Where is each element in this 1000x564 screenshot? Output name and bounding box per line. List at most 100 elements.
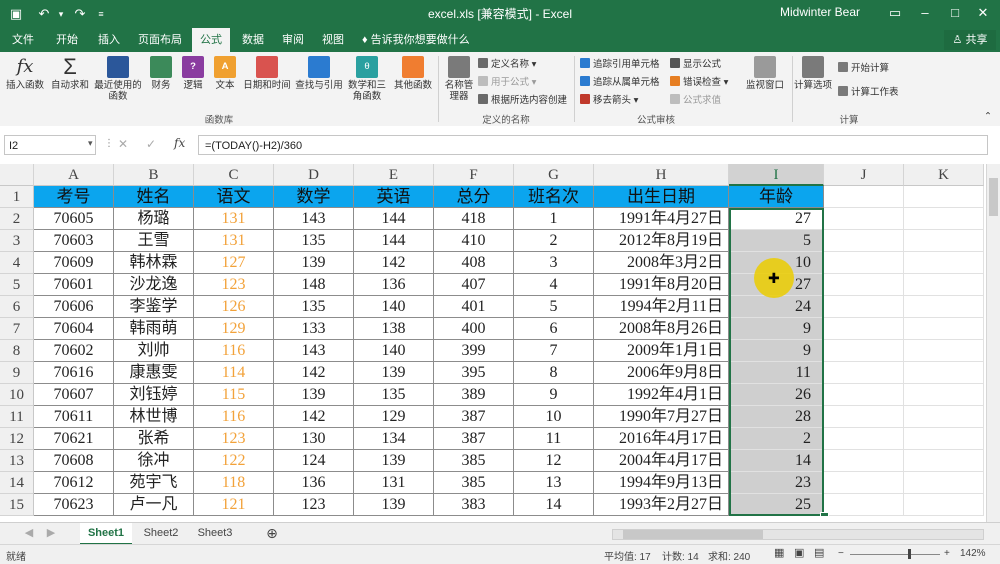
table-cell[interactable]: 70616 (34, 362, 114, 384)
table-cell[interactable]: 139 (274, 252, 354, 274)
zoom-slider[interactable] (850, 554, 940, 555)
vertical-scrollbar[interactable] (986, 164, 1000, 522)
table-cell[interactable]: 116 (194, 406, 274, 428)
header-cell[interactable]: 班名次 (514, 186, 594, 208)
lookup-button[interactable]: 查找与引用 (294, 56, 344, 91)
empty-cell[interactable] (904, 230, 984, 252)
table-cell[interactable]: 沙龙逸 (114, 274, 194, 296)
row-header[interactable]: 12 (0, 428, 34, 450)
table-cell[interactable]: 王雪 (114, 230, 194, 252)
table-cell[interactable]: 2 (514, 230, 594, 252)
logic-button[interactable]: ? 逻辑 (178, 56, 208, 91)
table-cell[interactable]: 70605 (34, 208, 114, 230)
define-name-button[interactable]: 定义名称 ▾ (478, 58, 536, 72)
column-header-j[interactable]: J (824, 164, 904, 186)
table-cell[interactable]: 123 (274, 494, 354, 516)
table-cell[interactable]: 康惠雯 (114, 362, 194, 384)
table-cell[interactable]: 1994年2月11日 (594, 296, 729, 318)
row-header[interactable]: 10 (0, 384, 34, 406)
empty-cell[interactable] (824, 186, 904, 208)
header-cell[interactable]: 语文 (194, 186, 274, 208)
close-icon[interactable]: ✕ (968, 3, 998, 23)
table-cell[interactable]: 143 (274, 340, 354, 362)
sheet-tab-1[interactable]: Sheet1 (80, 523, 132, 545)
table-cell[interactable]: 1993年2月27日 (594, 494, 729, 516)
table-cell[interactable]: 7 (514, 340, 594, 362)
empty-cell[interactable] (729, 362, 824, 384)
trace-precedents-button[interactable]: 追踪引用单元格 (580, 58, 660, 72)
empty-cell[interactable] (904, 296, 984, 318)
table-cell[interactable]: 139 (354, 450, 434, 472)
table-cell[interactable]: 林世博 (114, 406, 194, 428)
more-functions-button[interactable]: 其他函数 (390, 56, 436, 91)
table-cell[interactable]: 399 (434, 340, 514, 362)
table-cell[interactable]: 10 (514, 406, 594, 428)
table-cell[interactable]: 387 (434, 406, 514, 428)
table-cell[interactable]: 407 (434, 274, 514, 296)
empty-cell[interactable] (729, 208, 824, 230)
row-header[interactable]: 13 (0, 450, 34, 472)
table-cell[interactable]: 5 (514, 296, 594, 318)
empty-cell[interactable] (729, 230, 824, 252)
table-cell[interactable]: 1 (514, 208, 594, 230)
empty-cell[interactable] (904, 274, 984, 296)
error-checking-button[interactable]: 错误检查 ▾ (670, 76, 728, 90)
table-cell[interactable]: 刘钰婷 (114, 384, 194, 406)
scroll-thumb[interactable] (989, 178, 998, 216)
table-cell[interactable]: 1990年7月27日 (594, 406, 729, 428)
table-cell[interactable]: 70621 (34, 428, 114, 450)
table-cell[interactable]: 2008年8月26日 (594, 318, 729, 340)
empty-cell[interactable] (824, 230, 904, 252)
zoom-in-icon[interactable]: + (944, 548, 950, 559)
table-cell[interactable]: 2009年1月1日 (594, 340, 729, 362)
create-from-selection-button[interactable]: 根据所选内容创建 (478, 94, 567, 108)
h-scroll-thumb[interactable] (623, 530, 763, 539)
tab-formulas[interactable]: 公式 (192, 28, 230, 52)
table-cell[interactable]: 115 (194, 384, 274, 406)
text-button[interactable]: A 文本 (210, 56, 240, 91)
empty-cell[interactable] (904, 362, 984, 384)
table-cell[interactable]: 131 (354, 472, 434, 494)
table-cell[interactable]: 139 (274, 384, 354, 406)
table-cell[interactable]: 131 (194, 208, 274, 230)
column-header-k[interactable]: K (904, 164, 984, 186)
table-cell[interactable]: 395 (434, 362, 514, 384)
ribbon-options-icon[interactable]: ▭ (880, 3, 910, 23)
collapse-ribbon-icon[interactable]: ⌃ (984, 110, 992, 124)
row-header[interactable]: 3 (0, 230, 34, 252)
calc-sheet-button[interactable]: 计算工作表 (838, 86, 899, 100)
table-cell[interactable]: 韩雨萌 (114, 318, 194, 340)
tab-view[interactable]: 视图 (316, 28, 350, 52)
column-header-f[interactable]: F (434, 164, 514, 186)
row-header[interactable]: 2 (0, 208, 34, 230)
table-cell[interactable]: 70603 (34, 230, 114, 252)
tab-insert[interactable]: 插入 (90, 28, 128, 52)
table-cell[interactable]: 408 (434, 252, 514, 274)
finance-button[interactable]: 财务 (146, 56, 176, 91)
table-cell[interactable]: 11 (514, 428, 594, 450)
table-cell[interactable]: 126 (194, 296, 274, 318)
column-header-b[interactable]: B (114, 164, 194, 186)
empty-cell[interactable] (824, 428, 904, 450)
name-manager-button[interactable]: 名称管理器 (442, 56, 476, 102)
empty-cell[interactable] (824, 362, 904, 384)
user-name[interactable]: Midwinter Bear (780, 5, 860, 19)
table-cell[interactable]: 70612 (34, 472, 114, 494)
next-sheet-icon[interactable]: ▶ (44, 523, 58, 543)
empty-cell[interactable] (824, 252, 904, 274)
table-cell[interactable]: 3 (514, 252, 594, 274)
header-cell[interactable]: 姓名 (114, 186, 194, 208)
header-cell[interactable]: 考号 (34, 186, 114, 208)
table-cell[interactable]: 14 (514, 494, 594, 516)
table-cell[interactable]: 139 (354, 362, 434, 384)
table-cell[interactable]: 116 (194, 340, 274, 362)
tab-home[interactable]: 开始 (48, 28, 86, 52)
table-cell[interactable]: 70602 (34, 340, 114, 362)
table-cell[interactable]: 383 (434, 494, 514, 516)
table-cell[interactable]: 114 (194, 362, 274, 384)
page-layout-view-icon[interactable]: ▣ (794, 546, 804, 559)
table-cell[interactable]: 2006年9月8日 (594, 362, 729, 384)
row-header[interactable]: 5 (0, 274, 34, 296)
table-cell[interactable]: 136 (354, 274, 434, 296)
table-cell[interactable]: 9 (514, 384, 594, 406)
